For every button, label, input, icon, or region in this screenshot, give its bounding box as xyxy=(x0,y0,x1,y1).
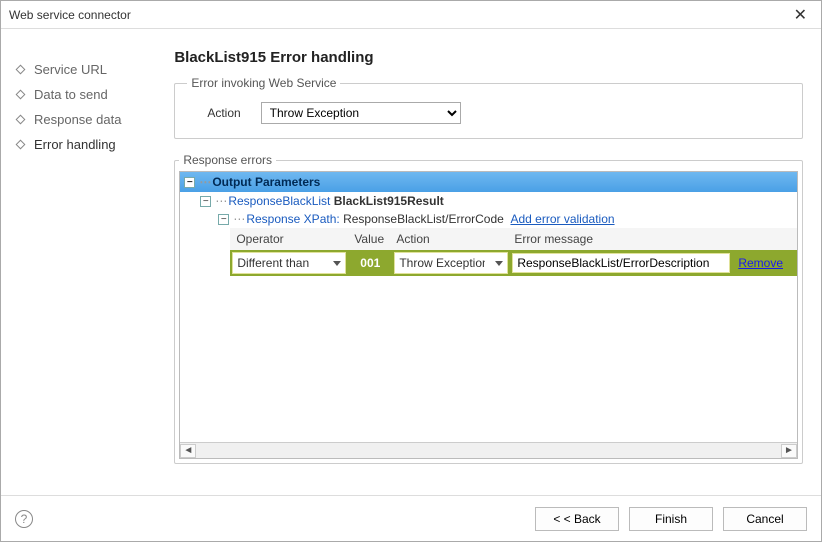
response-errors-legend: Response errors xyxy=(179,153,276,167)
scroll-left-icon[interactable]: ◄ xyxy=(180,444,196,458)
nav-item-error-handling[interactable]: Error handling xyxy=(11,132,166,157)
page-title: BlackList915 Error handling xyxy=(174,49,803,66)
node-bold: BlackList915Result xyxy=(334,194,444,208)
node-link[interactable]: ResponseBlackList xyxy=(228,194,330,208)
col-action: Action xyxy=(390,230,508,248)
finish-button[interactable]: Finish xyxy=(629,507,713,531)
tree-node-xpath[interactable]: − ⋯ Response XPath: ResponseBlackList/Er… xyxy=(180,210,797,228)
cancel-button[interactable]: Cancel xyxy=(723,507,807,531)
row-action-select[interactable]: Throw Exception xyxy=(394,252,508,274)
tree-node-response-blacklist[interactable]: − ⋯ ResponseBlackList BlackList915Result xyxy=(180,192,797,210)
chevron-down-icon xyxy=(333,261,341,266)
content-panel: BlackList915 Error handling Error invoki… xyxy=(174,29,821,494)
validation-row: Different than 001 Throw Exception Remov… xyxy=(230,250,797,276)
window-title: Web service connector xyxy=(9,8,131,22)
nav-label: Error handling xyxy=(34,137,116,152)
tree-root[interactable]: − ⋯ Output Parameters xyxy=(180,172,797,192)
value-cell[interactable]: 001 xyxy=(350,252,390,274)
close-icon[interactable]: ✕ xyxy=(788,5,813,25)
titlebar: Web service connector ✕ xyxy=(1,1,821,29)
back-button[interactable]: < < Back xyxy=(535,507,619,531)
error-message-input[interactable] xyxy=(512,253,730,273)
invoke-legend: Error invoking Web Service xyxy=(187,76,340,90)
diamond-icon xyxy=(16,65,26,75)
root-label: Output Parameters xyxy=(212,175,320,189)
help-icon[interactable]: ? xyxy=(15,510,33,528)
nav-label: Response data xyxy=(34,112,121,127)
collapse-icon[interactable]: − xyxy=(218,214,229,225)
footer: ? < < Back Finish Cancel xyxy=(1,495,821,541)
col-operator: Operator xyxy=(230,230,348,248)
nav-item-response-data[interactable]: Response data xyxy=(11,107,166,132)
nav-item-service-url[interactable]: Service URL xyxy=(11,57,166,82)
add-error-validation-link[interactable]: Add error validation xyxy=(510,212,614,226)
action-label: Action xyxy=(207,106,240,120)
diamond-icon xyxy=(16,140,26,150)
tree-area: − ⋯ Output Parameters − ⋯ ResponseBlackL… xyxy=(179,171,798,459)
collapse-icon[interactable]: − xyxy=(200,196,211,207)
xpath-value: ResponseBlackList/ErrorCode xyxy=(343,212,504,226)
response-errors-group: Response errors − ⋯ Output Parameters − … xyxy=(174,153,803,464)
horizontal-scrollbar[interactable]: ◄ ► xyxy=(180,442,797,458)
action-select[interactable]: Throw Exception xyxy=(261,102,461,124)
remove-link[interactable]: Remove xyxy=(730,252,791,274)
diamond-icon xyxy=(16,115,26,125)
scroll-right-icon[interactable]: ► xyxy=(781,444,797,458)
collapse-icon[interactable]: − xyxy=(184,177,195,188)
invoke-error-group: Error invoking Web Service Action Throw … xyxy=(174,76,803,139)
chevron-down-icon xyxy=(495,261,503,266)
col-value: Value xyxy=(348,230,390,248)
wizard-nav: Service URL Data to send Response data E… xyxy=(1,29,174,494)
operator-select[interactable]: Different than xyxy=(232,252,346,274)
diamond-icon xyxy=(16,90,26,100)
nav-label: Data to send xyxy=(34,87,108,102)
col-error-message: Error message xyxy=(508,230,726,248)
nav-label: Service URL xyxy=(34,62,107,77)
grid-header: Operator Value Action Error message xyxy=(230,228,797,250)
xpath-label: Response XPath: xyxy=(246,212,339,226)
nav-item-data-to-send[interactable]: Data to send xyxy=(11,82,166,107)
main-area: Service URL Data to send Response data E… xyxy=(1,29,821,494)
